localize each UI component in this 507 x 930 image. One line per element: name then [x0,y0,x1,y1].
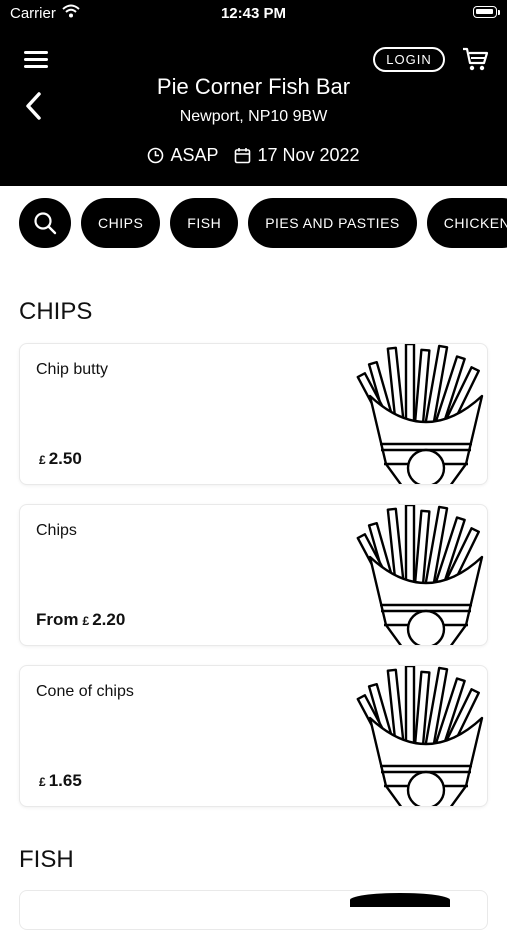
price-prefix: From [36,610,79,629]
fries-icon [356,505,484,645]
item-name: Cone of chips [36,683,134,700]
delivery-date-label: 17 Nov 2022 [257,145,360,165]
fish-item-image [350,893,450,907]
order-timing: ASAP 17 Nov 2022 [0,145,507,166]
category-chip-fish[interactable]: FISH [170,198,239,248]
calendar-icon [235,148,251,164]
delivery-date-selector[interactable]: 17 Nov 2022 [234,145,360,166]
clock-icon [148,147,164,164]
cart-icon[interactable] [461,46,489,72]
item-price: £1.65 [36,771,82,791]
fries-icon [356,344,484,484]
battery-icon [473,6,497,18]
item-name: Chip butty [36,361,109,378]
price-value: 2.20 [92,610,126,629]
hamburger-menu-icon[interactable] [24,51,48,69]
restaurant-name: Pie Corner Fish Bar [156,74,351,99]
search-button[interactable] [19,198,71,248]
status-time: 12:43 PM [220,5,287,22]
category-chip-chicken[interactable]: CHICKEN [426,198,507,248]
menu-item-card[interactable]: Cone of chips £1.65 [19,665,488,807]
login-button[interactable]: LOGIN [373,47,445,72]
currency-symbol: £ [82,614,90,628]
category-chip-pies-and-pasties[interactable]: PIES AND PASTIES [248,198,417,248]
restaurant-address: Newport, NP10 9BW [179,108,328,125]
price-value: 1.65 [48,771,82,790]
battery-tip [498,10,500,15]
search-icon [34,212,57,235]
section-title-chips: CHIPS [19,298,93,325]
fries-icon [356,666,484,806]
category-chip-chips[interactable]: CHIPS [81,198,161,248]
delivery-time-label: ASAP [170,145,219,165]
item-name: Chips [36,522,77,539]
menu-item-card[interactable]: Chip butty £2.50 [19,343,488,485]
currency-symbol: £ [39,775,46,789]
item-price: From £2.20 [36,610,125,630]
status-bar: Carrier 12:43 PM [0,0,507,28]
currency-symbol: £ [39,453,46,467]
price-value: 2.50 [48,449,82,468]
app-header: Carrier 12:43 PM LOGIN Pie Corner Fish B… [0,0,507,186]
item-price: £2.50 [36,449,82,469]
category-filter-bar: CHIPS FISH PIES AND PASTIES CHICKEN [0,186,507,262]
section-title-fish: FISH [19,846,74,873]
menu-item-card[interactable]: Chips From £2.20 [19,504,488,646]
delivery-time-selector[interactable]: ASAP [147,145,218,166]
